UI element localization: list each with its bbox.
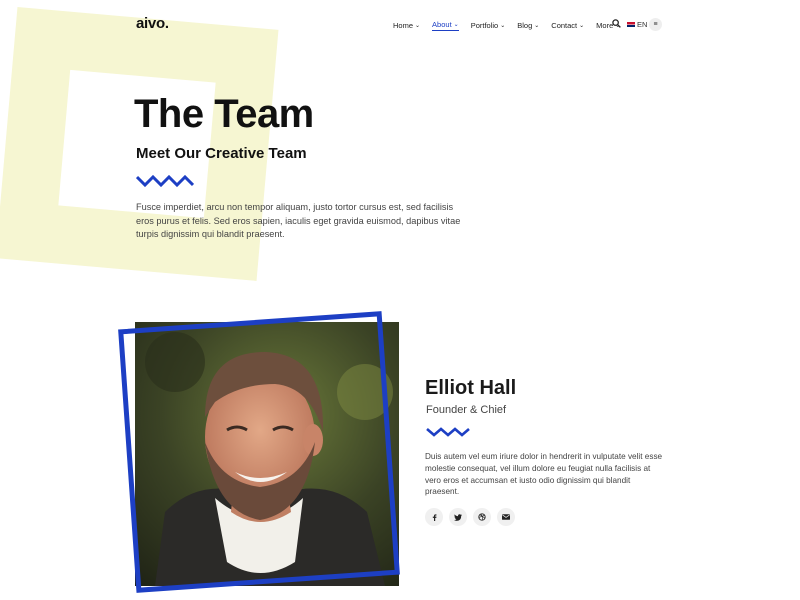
page-subtitle: Meet Our Creative Team [136, 145, 307, 162]
photo-frame [118, 311, 400, 593]
menu-icon: ≡ [653, 21, 658, 28]
menu-button[interactable]: ≡ [649, 18, 662, 31]
nav-item-label: Portfolio [470, 21, 499, 30]
intro-text: Fusce imperdiet, arcu non tempor aliquam… [136, 202, 461, 239]
language-switcher[interactable]: EN [627, 20, 647, 29]
dribbble-button[interactable] [473, 508, 491, 526]
chevron-down-icon: ⌄ [500, 23, 506, 29]
member-bio: Duis autem vel eum iriure dolor in hendr… [425, 452, 663, 497]
email-button[interactable] [497, 508, 515, 526]
facebook-icon [432, 513, 436, 521]
nav-item-about[interactable]: About ⌄ [432, 20, 459, 31]
language-label: EN [637, 20, 648, 29]
search-icon[interactable] [612, 19, 621, 28]
twitter-button[interactable] [449, 508, 467, 526]
nav-item-label: More [596, 21, 614, 30]
social-links [425, 508, 515, 526]
page-title: The Team [134, 92, 314, 136]
nav-item-label: Home [393, 21, 414, 30]
zigzag-divider [426, 427, 470, 437]
nav-item-label: About [432, 20, 452, 29]
twitter-icon [454, 513, 462, 521]
chevron-down-icon: ⌄ [579, 23, 585, 29]
chevron-down-icon: ⌄ [453, 22, 459, 28]
zigzag-divider [136, 174, 194, 188]
flag-icon [627, 22, 635, 27]
nav-item-label: Blog [517, 21, 533, 30]
logo[interactable]: aivo. [136, 15, 169, 32]
nav-item-portfolio[interactable]: Portfolio ⌄ [471, 20, 506, 31]
dribbble-icon [478, 513, 486, 521]
chevron-down-icon: ⌄ [534, 23, 540, 29]
nav-item-blog[interactable]: Blog ⌄ [517, 20, 539, 31]
nav-item-label: Contact [551, 21, 578, 30]
nav-item-contact[interactable]: Contact ⌄ [551, 20, 584, 31]
nav-item-home[interactable]: Home ⌄ [393, 20, 420, 31]
facebook-button[interactable] [425, 508, 443, 526]
member-name: Elliot Hall [425, 377, 517, 399]
email-icon [502, 514, 510, 520]
member-role: Founder & Chief [426, 404, 507, 416]
main-nav: Home ⌄ About ⌄ Portfolio ⌄ Blog ⌄ Contact ⌄ M… [393, 20, 620, 31]
chevron-down-icon: ⌄ [415, 23, 421, 29]
